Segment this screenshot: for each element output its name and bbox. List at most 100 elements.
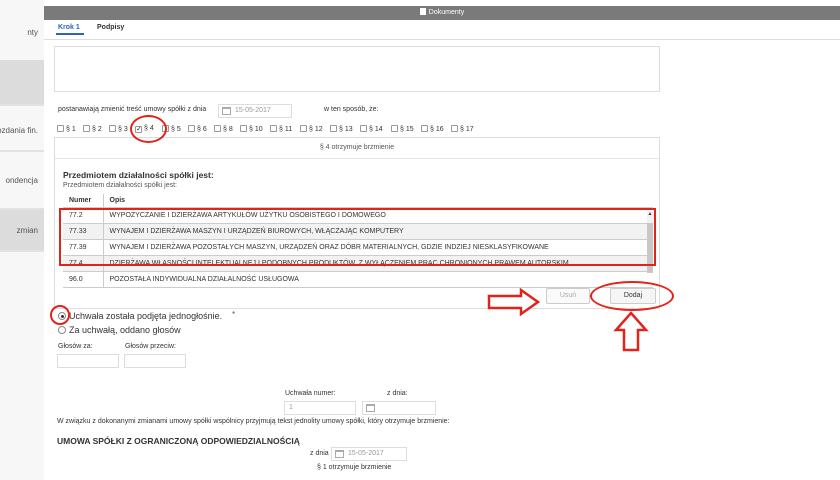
cell-description: POZOSTAŁA INDYWIDUALNA DZIAŁALNOŚĆ USŁUG… bbox=[103, 271, 653, 288]
calendar-icon bbox=[335, 450, 344, 458]
checkbox-icon bbox=[214, 125, 221, 132]
text-area[interactable] bbox=[54, 46, 660, 92]
checkbox-icon bbox=[270, 125, 277, 132]
sidebar-item-label: ozdania fin. bbox=[0, 126, 38, 135]
votes-for-label: Głosów za: bbox=[58, 343, 93, 350]
checkbox-icon bbox=[240, 125, 247, 132]
paragraph-checkbox[interactable]: § 15 bbox=[391, 125, 414, 133]
paragraph-checkbox[interactable]: § 6 bbox=[188, 125, 207, 133]
paragraph-1-caption: § 1 otrzymuje brzmienie bbox=[317, 464, 392, 471]
resolution-date-label: z dnia: bbox=[387, 390, 408, 397]
resolution-suffix: w ten sposób, że: bbox=[324, 106, 379, 113]
checkbox-icon bbox=[188, 125, 195, 132]
paragraph-label: § 11 bbox=[279, 126, 293, 133]
checkbox-icon bbox=[330, 125, 337, 132]
sidebar-item-financial-reports[interactable]: ozdania fin. bbox=[0, 106, 44, 150]
panel-heading: Przedmiotem działalności spółki jest: bbox=[63, 170, 214, 180]
paragraph-label: § 15 bbox=[400, 126, 414, 133]
tab-step-1[interactable]: Krok 1 bbox=[56, 24, 84, 35]
resolution-number-label: Uchwała numer: bbox=[285, 390, 336, 397]
checkbox-icon bbox=[300, 125, 307, 132]
paragraph-label: § 12 bbox=[309, 126, 323, 133]
divider bbox=[55, 158, 659, 159]
checkbox-icon bbox=[451, 125, 458, 132]
tab-signatures[interactable]: Podpisy bbox=[97, 24, 124, 31]
resolution-date-input[interactable] bbox=[362, 401, 436, 415]
checkbox-icon bbox=[109, 125, 116, 132]
paragraph-checkbox[interactable]: § 11 bbox=[270, 125, 292, 133]
checkbox-icon bbox=[360, 125, 367, 132]
vote-count-label: Za uchwałą, oddano głosów bbox=[69, 325, 181, 335]
annotation-circle-radio bbox=[50, 305, 70, 325]
paragraph-checkbox[interactable]: § 1 bbox=[57, 125, 76, 133]
paragraph-label: § 17 bbox=[460, 126, 474, 133]
paragraph-checkbox[interactable]: § 17 bbox=[451, 125, 474, 133]
paragraph-label: § 3 bbox=[118, 126, 128, 133]
cell-number: 96.0 bbox=[63, 271, 104, 288]
votes-against-input[interactable] bbox=[124, 354, 186, 368]
contract-date-value-2: 15-05-2017 bbox=[348, 450, 384, 457]
sidebar-item-correspondence[interactable]: ondencja bbox=[0, 152, 44, 208]
annotation-circle-paragraph-4 bbox=[130, 115, 167, 143]
paragraph-label: § 6 bbox=[197, 126, 207, 133]
paragraph-label: § 1 bbox=[66, 126, 76, 133]
paragraph-label: § 10 bbox=[249, 126, 263, 133]
paragraph-label: § 16 bbox=[430, 126, 444, 133]
column-header-number[interactable]: Numer bbox=[63, 194, 104, 208]
sidebar-item-label: nty bbox=[27, 28, 38, 37]
sidebar-item-documents[interactable]: nty bbox=[0, 0, 44, 60]
votes-for-input[interactable] bbox=[57, 354, 119, 368]
paragraph-checkbox[interactable]: § 12 bbox=[300, 125, 323, 133]
table-header-row: Numer Opis bbox=[63, 194, 653, 208]
votes-against-label: Głosów przeciw: bbox=[125, 343, 176, 350]
consolidated-text-note: W związku z dokonanymi zmianami umowy sp… bbox=[57, 418, 450, 425]
checkbox-icon bbox=[391, 125, 398, 132]
checkbox-icon bbox=[83, 125, 90, 132]
window-title: Dokumenty bbox=[428, 9, 465, 16]
sidebar-item-changes[interactable]: zmian bbox=[0, 210, 44, 250]
tab-divider bbox=[44, 39, 840, 40]
contract-date-label: z dnia bbox=[310, 450, 329, 457]
paragraph-label: § 14 bbox=[369, 126, 383, 133]
contract-date-input-2[interactable]: 15-05-2017 bbox=[331, 447, 407, 461]
resolution-prefix: postanawiają zmienić treść umowy spółki … bbox=[58, 106, 207, 113]
checkbox-icon bbox=[57, 125, 64, 132]
paragraph-checkbox[interactable]: § 2 bbox=[83, 125, 102, 133]
paragraph-label: § 13 bbox=[339, 126, 353, 133]
vote-unanimous-label: Uchwała została podjęta jednogłośnie. bbox=[69, 311, 223, 321]
panel-caption: § 4 otrzymuje brzmienie bbox=[319, 144, 395, 151]
vote-unanimous-option[interactable]: Uchwała została podjęta jednogłośnie. bbox=[58, 311, 222, 321]
radio-icon bbox=[58, 326, 66, 334]
paragraph-checkbox[interactable]: § 10 bbox=[240, 125, 263, 133]
calendar-icon bbox=[366, 404, 375, 412]
annotation-circle-add-button bbox=[590, 281, 674, 311]
paragraph-label: § 8 bbox=[223, 126, 233, 133]
paragraph-checkbox[interactable]: § 16 bbox=[421, 125, 444, 133]
sidebar-filler bbox=[0, 252, 44, 480]
paragraph-checkbox[interactable]: § 8 bbox=[214, 125, 233, 133]
paragraph-checkbox[interactable]: § 13 bbox=[330, 125, 353, 133]
paragraph-label: § 5 bbox=[171, 126, 181, 133]
window-titlebar: Dokumenty bbox=[44, 6, 840, 20]
vote-count-option[interactable]: Za uchwałą, oddano głosów bbox=[58, 325, 181, 335]
sidebar-item-label: zmian bbox=[16, 226, 38, 235]
required-mark: * bbox=[232, 310, 236, 319]
resolution-number-value: 1 bbox=[289, 404, 293, 411]
paragraph-label: § 2 bbox=[92, 126, 102, 133]
sidebar-item-label: ondencja bbox=[5, 176, 38, 185]
panel-sublabel: Przedmiotem działalności spółki jest: bbox=[63, 182, 177, 189]
sidebar-item-active[interactable] bbox=[0, 60, 44, 104]
table-row[interactable]: 96.0 POZOSTAŁA INDYWIDUALNA DZIAŁALNOŚĆ … bbox=[63, 271, 653, 288]
paragraph-checkbox[interactable]: § 3 bbox=[109, 125, 128, 133]
checkbox-icon bbox=[421, 125, 428, 132]
resolution-number-input[interactable]: 1 bbox=[284, 401, 356, 415]
column-header-description[interactable]: Opis bbox=[103, 194, 653, 208]
contract-date-value: 15-05-2017 bbox=[235, 107, 271, 114]
annotation-rectangle-rows bbox=[59, 208, 656, 266]
contract-title: UMOWA SPÓŁKI Z OGRANICZONĄ ODPOWIEDZIALN… bbox=[57, 436, 300, 446]
remove-button[interactable]: Usuń bbox=[546, 288, 590, 304]
contract-date-input[interactable]: 15-05-2017 bbox=[218, 104, 292, 118]
calendar-icon bbox=[222, 107, 231, 115]
document-icon bbox=[419, 8, 426, 15]
paragraph-checkbox[interactable]: § 14 bbox=[360, 125, 383, 133]
